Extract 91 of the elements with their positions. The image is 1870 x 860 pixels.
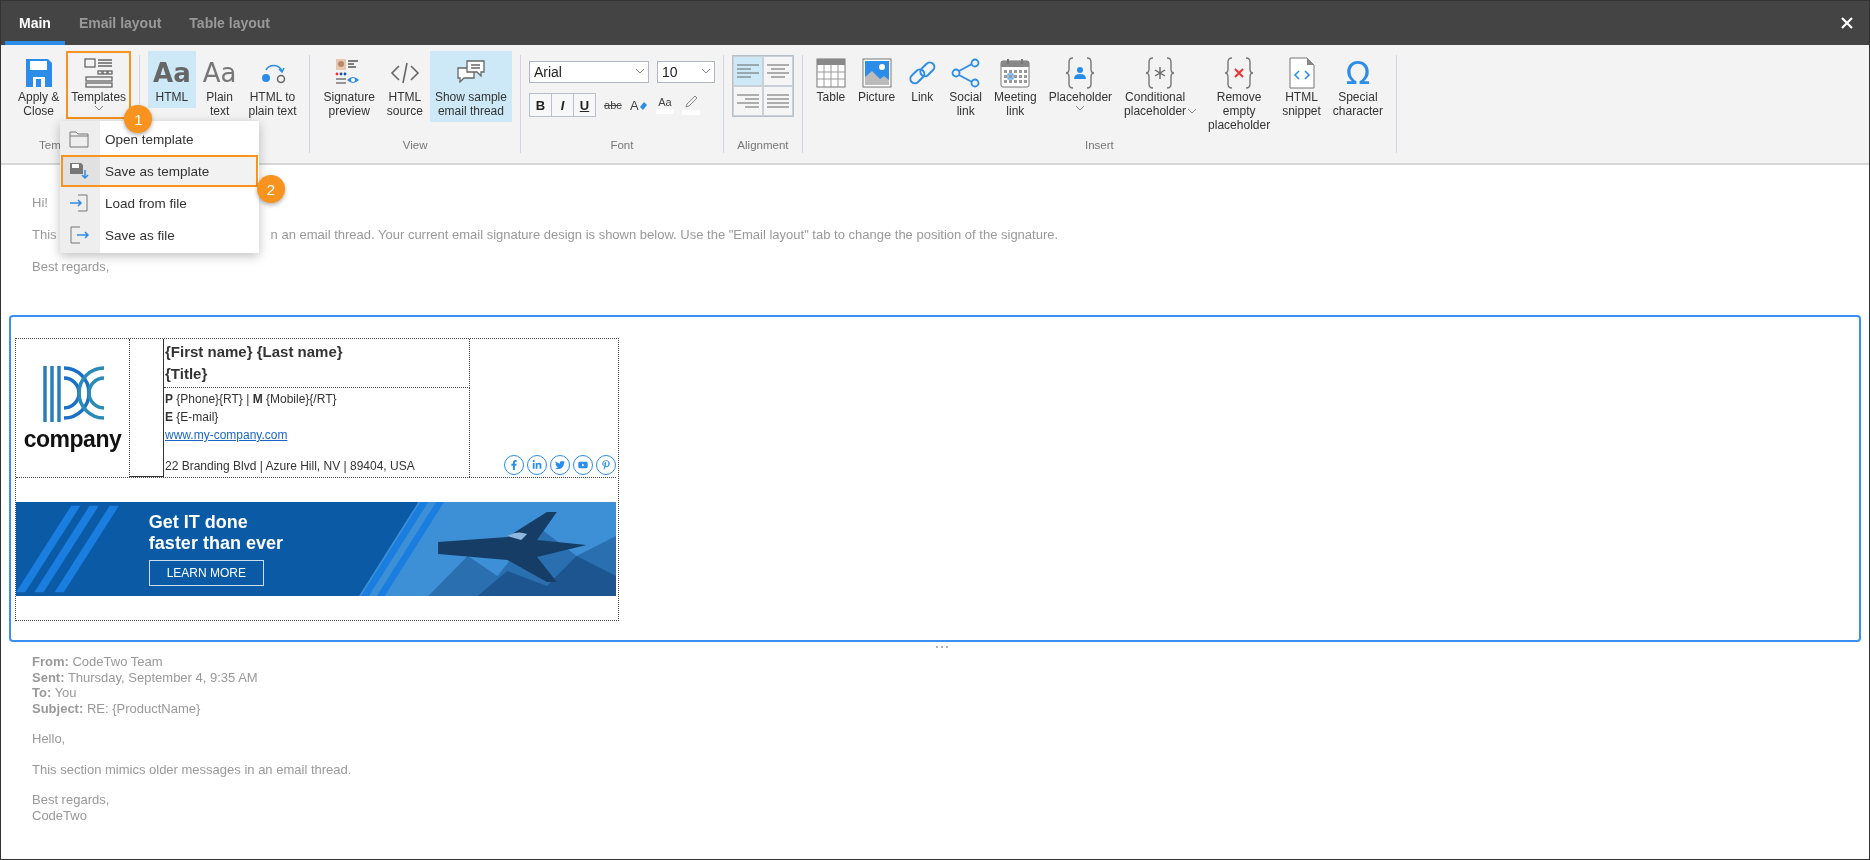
closing-text: Best regards,	[32, 259, 110, 274]
logo-text: company	[23, 425, 122, 453]
menu-item[interactable]: Load from file	[61, 187, 258, 219]
format-button[interactable]: I	[550, 94, 573, 116]
placeholder-asterisk-icon	[1145, 56, 1176, 90]
chevron-down-icon	[701, 68, 710, 74]
chevron-down-icon	[635, 68, 644, 74]
font-select[interactable]: Arial	[528, 61, 649, 83]
omega-icon: Ω	[1345, 56, 1371, 90]
header-text: To: You	[32, 685, 77, 701]
image-icon	[861, 58, 892, 88]
placeholder-remove-icon	[1224, 56, 1255, 90]
align-button[interactable]	[732, 86, 763, 116]
layout-icon	[83, 58, 114, 88]
close-icon[interactable]	[1841, 17, 1853, 29]
ribbon-button[interactable]: Meeting link	[989, 51, 1042, 122]
ribbon-button[interactable]: Ω Special character	[1327, 51, 1388, 122]
ribbon-button[interactable]: Apply & Close	[13, 51, 65, 122]
greeting-text: Hello,	[32, 731, 66, 747]
justify-icon	[766, 94, 789, 108]
ribbon-button[interactable]: Templates	[66, 51, 132, 119]
highlight-button[interactable]	[681, 95, 700, 115]
align-button[interactable]	[762, 86, 793, 116]
ribbon-button[interactable]: Social link	[944, 51, 987, 122]
clear-format-button[interactable]: A	[629, 97, 648, 113]
ribbon-button[interactable]: Conditional placeholder	[1119, 51, 1202, 122]
ribbon-button[interactable]: Table	[810, 51, 851, 108]
step-badge: 1	[124, 105, 153, 133]
intro-text: This	[32, 227, 57, 242]
title-text: {Title}	[165, 364, 209, 384]
website-link[interactable]: www.my-company.com	[165, 426, 288, 444]
ribbon-button[interactable]: Picture	[852, 51, 901, 108]
learn-more-button[interactable]: LEARN MORE	[148, 560, 264, 586]
ribbon-button[interactable]: HTML snippet	[1277, 51, 1326, 122]
menu-item[interactable]: Save as template	[61, 155, 258, 187]
ribbon-button[interactable]: Signature preview	[318, 51, 380, 122]
calendar-icon	[1000, 58, 1031, 88]
code-file-icon	[1288, 57, 1315, 89]
eraser-icon	[638, 100, 648, 110]
step-badge: 2	[257, 175, 285, 203]
export-icon	[69, 226, 89, 244]
format-button[interactable]: U	[572, 94, 595, 116]
ribbon-button[interactable]: HTML to plain text	[243, 51, 302, 122]
group-label: Insert	[1085, 139, 1114, 153]
import-icon	[69, 194, 89, 212]
banner-headline: Get IT done	[148, 512, 248, 533]
change-case-button[interactable]: Aa	[655, 96, 674, 114]
ribbon-button[interactable]: Remove empty placeholder	[1203, 51, 1276, 136]
address-text: 22 Branding Blvd | Azure Hill, NV | 89404, USA	[165, 458, 415, 475]
banner-headline: faster than ever	[148, 533, 283, 554]
align-button[interactable]	[762, 56, 793, 86]
ribbon-button[interactable]: Aa Plain text	[197, 51, 242, 122]
name-text: {First name} {Last name}	[165, 342, 344, 362]
intro-text: n an email thread. Your current email signature design is shown below. Use the "Email layout" tab to change the position of the signature.	[270, 227, 1059, 242]
font-size-select[interactable]: 10	[656, 61, 715, 83]
ribbon-button[interactable]: HTML source	[381, 51, 428, 122]
font-glyph-icon: Aa	[202, 57, 237, 89]
align-button[interactable]	[732, 56, 763, 86]
ribbon-button[interactable]: Placeholder	[1043, 51, 1118, 119]
resize-handle-icon[interactable]	[935, 645, 949, 649]
menu-item[interactable]: Save as file	[61, 219, 258, 251]
ribbon-button[interactable]: Show sample email thread	[429, 51, 512, 122]
save-icon	[23, 57, 54, 89]
group-label: Font	[610, 139, 634, 153]
save-template-icon	[69, 162, 89, 180]
align-center-icon	[766, 64, 789, 78]
closing-text: Best regards,	[32, 792, 110, 808]
strikethrough-button[interactable]: abc	[603, 99, 622, 111]
header-text: Sent: Thursday, September 4, 9:35 AM	[32, 669, 258, 685]
contact-text: E {E-mail}	[165, 409, 219, 426]
group-label: Tem	[39, 139, 61, 153]
header-text: From: CodeTwo Team	[32, 654, 163, 670]
folder-icon	[69, 130, 89, 148]
banner[interactable]: Get IT done faster than ever LEARN MORE	[16, 502, 616, 596]
ribbon-button[interactable]: Aa HTML	[148, 51, 196, 108]
sender-text: CodeTwo	[32, 807, 87, 823]
table-icon	[815, 58, 846, 88]
align-left-icon	[736, 64, 759, 78]
format-button[interactable]: B	[529, 94, 551, 116]
ribbon-button[interactable]: Link	[902, 51, 943, 108]
header-text: Subject: RE: {ProductName}	[32, 700, 201, 716]
share-icon	[950, 58, 981, 88]
logo-icon	[41, 363, 104, 422]
group-label: Alignment	[737, 139, 789, 153]
align-right-icon	[736, 94, 759, 108]
contact-text: P {Phone}{RT} | M {Mobile}{/RT}	[165, 391, 337, 408]
placeholder-person-icon	[1065, 56, 1096, 90]
group-label: View	[402, 139, 428, 153]
font-glyph-icon: Aa	[153, 57, 191, 89]
greeting-text: Hi!	[32, 195, 48, 210]
body-text: This section mimics older messages in an email thread.	[32, 761, 352, 777]
